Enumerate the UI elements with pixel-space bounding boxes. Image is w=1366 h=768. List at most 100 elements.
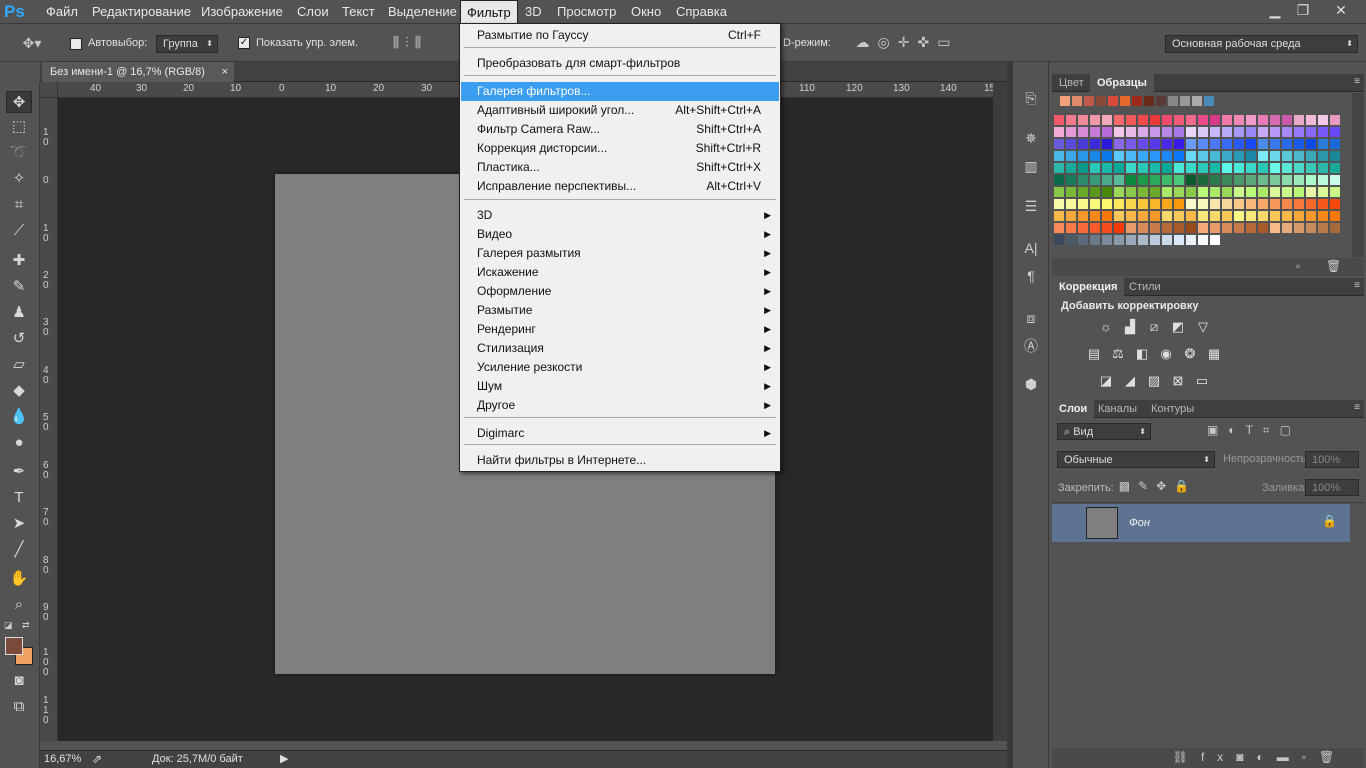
color-swatch[interactable] bbox=[1090, 139, 1100, 149]
color-swatch[interactable] bbox=[1210, 211, 1220, 221]
menu-item-submenu-stylize[interactable]: Стилизация ▶ bbox=[461, 339, 779, 358]
menu-3d[interactable]: 3D bbox=[519, 0, 548, 24]
color-swatch[interactable] bbox=[1330, 199, 1340, 209]
crop-tool-icon[interactable]: ⌗ bbox=[6, 194, 32, 216]
color-swatch[interactable] bbox=[1186, 187, 1196, 197]
color-lookup-icon[interactable]: ▦ bbox=[1204, 345, 1224, 363]
color-swatch[interactable] bbox=[1174, 151, 1184, 161]
color-swatch[interactable] bbox=[1150, 199, 1160, 209]
menu-item-filter-gallery[interactable]: Галерея фильтров... bbox=[461, 82, 779, 101]
color-swatch[interactable] bbox=[1258, 175, 1268, 185]
color-swatch[interactable] bbox=[1162, 151, 1172, 161]
color-swatch[interactable] bbox=[1306, 151, 1316, 161]
color-swatch[interactable] bbox=[1186, 235, 1196, 245]
color-swatch[interactable] bbox=[1282, 139, 1292, 149]
color-swatch[interactable] bbox=[1054, 163, 1064, 173]
color-swatch[interactable] bbox=[1138, 151, 1148, 161]
color-swatch[interactable] bbox=[1078, 127, 1088, 137]
color-swatch[interactable] bbox=[1306, 115, 1316, 125]
color-swatch[interactable] bbox=[1114, 175, 1124, 185]
color-swatch[interactable] bbox=[1282, 163, 1292, 173]
color-swatch[interactable] bbox=[1120, 96, 1130, 106]
align-icons[interactable]: ⫼⫶⫼ bbox=[375, 34, 445, 51]
color-swatch[interactable] bbox=[1246, 223, 1256, 233]
fill-field[interactable]: 100% bbox=[1305, 479, 1359, 496]
color-swatch[interactable] bbox=[1102, 151, 1112, 161]
line-tool-icon[interactable]: ╱ bbox=[6, 539, 32, 561]
menu-item-adaptive-wide-angle[interactable]: Адаптивный широкий угол... Alt+Shift+Ctrl… bbox=[461, 101, 779, 120]
color-swatch[interactable] bbox=[1306, 163, 1316, 173]
swatches-scrollbar[interactable] bbox=[1352, 93, 1364, 257]
color-swatch[interactable] bbox=[1222, 211, 1232, 221]
menu-item-submenu-video[interactable]: Видео ▶ bbox=[461, 225, 779, 244]
marquee-tool-icon[interactable]: ⬚ bbox=[6, 116, 32, 138]
color-swatch[interactable] bbox=[1234, 163, 1244, 173]
color-swatch[interactable] bbox=[1150, 211, 1160, 221]
menu-image[interactable]: Изображение bbox=[195, 0, 289, 24]
color-swatch[interactable] bbox=[1330, 139, 1340, 149]
color-swatch[interactable] bbox=[1114, 127, 1124, 137]
stamp-tool-icon[interactable]: ♟ bbox=[6, 302, 32, 324]
color-swatch[interactable] bbox=[1282, 127, 1292, 137]
color-swatch[interactable] bbox=[1126, 127, 1136, 137]
color-swatch[interactable] bbox=[1108, 96, 1118, 106]
color-swatch[interactable] bbox=[1114, 223, 1124, 233]
color-swatch[interactable] bbox=[1174, 187, 1184, 197]
color-swatch[interactable] bbox=[1150, 127, 1160, 137]
color-swatch[interactable] bbox=[1222, 127, 1232, 137]
history-brush-icon[interactable]: ↺ bbox=[6, 328, 32, 350]
foreground-color-swatch[interactable] bbox=[5, 637, 23, 655]
history-panel-icon[interactable]: ⎘ bbox=[1019, 87, 1043, 109]
color-swatch[interactable] bbox=[1318, 151, 1328, 161]
color-swatch[interactable] bbox=[1102, 199, 1112, 209]
menu-item-submenu-blur-gallery[interactable]: Галерея размытия ▶ bbox=[461, 244, 779, 263]
color-swatch[interactable] bbox=[1294, 139, 1304, 149]
healing-brush-icon[interactable]: ✚ bbox=[6, 250, 32, 272]
color-swatch[interactable] bbox=[1102, 235, 1112, 245]
color-swatch[interactable] bbox=[1258, 151, 1268, 161]
trash-icon[interactable]: 🗑 bbox=[1326, 259, 1341, 273]
color-swatch[interactable] bbox=[1162, 163, 1172, 173]
color-swatch[interactable] bbox=[1174, 163, 1184, 173]
color-swatch[interactable] bbox=[1198, 199, 1208, 209]
color-swatch[interactable] bbox=[1210, 127, 1220, 137]
color-swatch[interactable] bbox=[1318, 199, 1328, 209]
color-swatch[interactable] bbox=[1222, 115, 1232, 125]
color-swatch[interactable] bbox=[1066, 235, 1076, 245]
color-swatch[interactable] bbox=[1126, 223, 1136, 233]
color-swatch[interactable] bbox=[1150, 223, 1160, 233]
panel-menu-icon[interactable]: ≡ bbox=[1354, 76, 1360, 87]
color-swatch[interactable] bbox=[1282, 223, 1292, 233]
color-swatch[interactable] bbox=[1234, 199, 1244, 209]
color-swatch[interactable] bbox=[1078, 223, 1088, 233]
color-swatch[interactable] bbox=[1186, 175, 1196, 185]
color-swatch[interactable] bbox=[1126, 187, 1136, 197]
color-swatch[interactable] bbox=[1078, 235, 1088, 245]
color-swatch[interactable] bbox=[1270, 211, 1280, 221]
move-tool-icon[interactable]: ✥ bbox=[6, 91, 32, 113]
color-swatch[interactable] bbox=[1060, 96, 1070, 106]
panel-menu-icon[interactable]: ≡ bbox=[1354, 280, 1360, 291]
clone-source-icon[interactable]: ⧈ bbox=[1019, 307, 1043, 329]
adjustments-strip-icon[interactable]: ☰ bbox=[1019, 195, 1043, 217]
color-swatch[interactable] bbox=[1102, 163, 1112, 173]
swap-colors-icon[interactable]: ⇄ bbox=[22, 620, 30, 631]
color-swatch[interactable] bbox=[1090, 115, 1100, 125]
color-swatch[interactable] bbox=[1186, 139, 1196, 149]
color-swatch[interactable] bbox=[1162, 187, 1172, 197]
color-swatch[interactable] bbox=[1066, 223, 1076, 233]
color-swatch[interactable] bbox=[1162, 199, 1172, 209]
menu-layers[interactable]: Слои bbox=[291, 0, 335, 24]
menu-item-submenu-render-style[interactable]: Оформление ▶ bbox=[461, 282, 779, 301]
color-swatch[interactable] bbox=[1144, 96, 1154, 106]
color-swatch[interactable] bbox=[1234, 187, 1244, 197]
path-select-icon[interactable]: ➤ bbox=[6, 513, 32, 535]
layer-row-background[interactable]: Фон 🔒 bbox=[1052, 504, 1350, 542]
menu-item-convert-smart-filters[interactable]: Преобразовать для смарт-фильтров bbox=[461, 54, 779, 73]
menu-filter[interactable]: Фильтр bbox=[460, 0, 518, 24]
color-swatch[interactable] bbox=[1246, 187, 1256, 197]
color-swatch[interactable] bbox=[1162, 175, 1172, 185]
color-swatch[interactable] bbox=[1318, 211, 1328, 221]
black-white-icon[interactable]: ◧ bbox=[1132, 345, 1152, 363]
color-swatch[interactable] bbox=[1066, 163, 1076, 173]
